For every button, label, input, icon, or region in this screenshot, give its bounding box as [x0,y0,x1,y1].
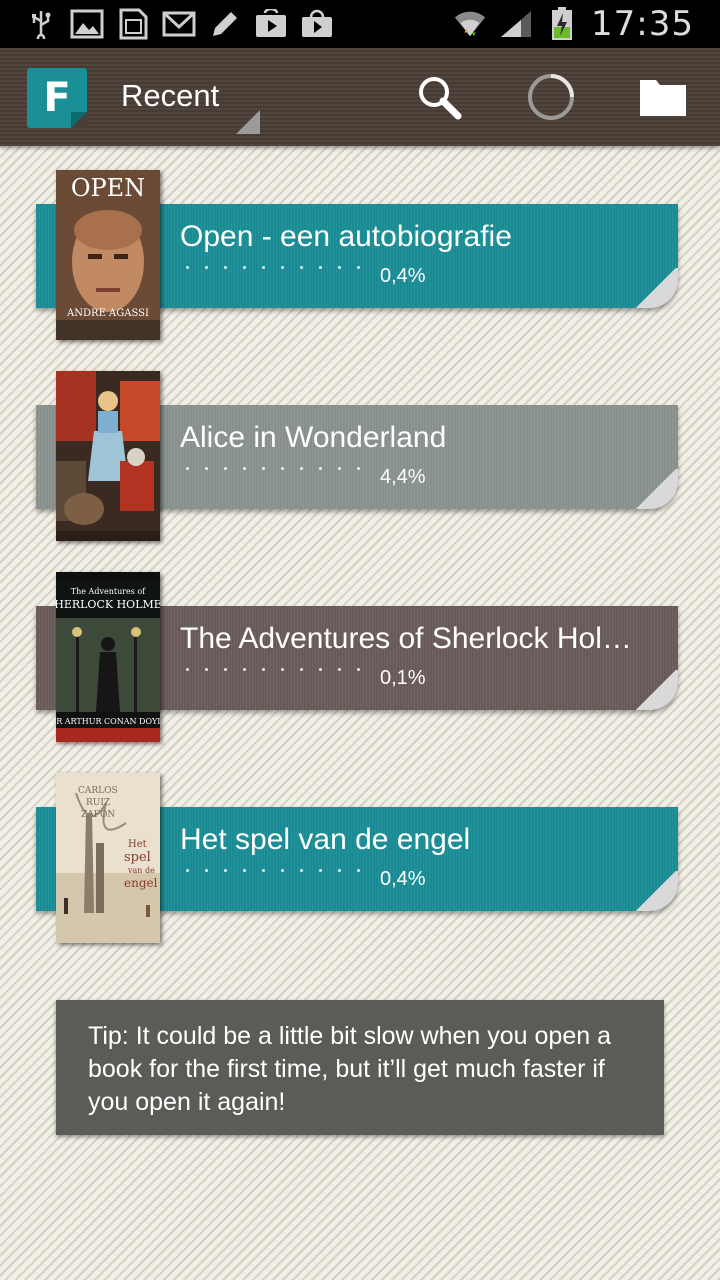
status-bar: 17:35 [0,0,720,48]
battery-charging-icon [545,7,579,40]
book-title: Het spel van de engel [180,823,471,856]
wifi-icon [453,9,487,39]
book-cover[interactable]: OPEN ANDRE AGASSI [56,170,160,340]
book-item[interactable]: The Adventures of SHERLOCK HOLMES SIR AR… [0,572,720,744]
cover-title-text: van de [127,866,155,875]
book-title: The Adventures of Sherlock Hol… [180,622,632,655]
book-cover[interactable] [56,371,160,541]
folder-icon [640,80,686,116]
cover-author-text: SIR ARTHUR CONAN DOYLE [56,717,160,726]
search-button[interactable] [414,72,464,122]
cover-title-text: OPEN [71,174,145,202]
progress-percentage: 0,4% [380,868,426,890]
sd-card-icon [116,8,150,40]
cover-author-text: ANDRE AGASSI [66,308,149,319]
sync-progress-icon [528,74,574,120]
app-logo[interactable]: F [27,68,87,128]
book-item[interactable]: OPEN ANDRE AGASSI Open - een autobiograf… [0,170,720,342]
open-folder-button[interactable] [638,72,688,122]
book-item[interactable]: CARLOS RUIZ ZAFÓN Het spel van de engel … [0,773,720,945]
cover-author-text: ZAFÓN [81,808,115,820]
progress-percentage: 0,4% [380,265,426,287]
book-cover[interactable]: CARLOS RUIZ ZAFÓN Het spel van de engel [56,773,160,943]
progress-dots [186,266,360,269]
progress-percentage: 4,4% [380,466,426,488]
progress-percentage: 0,1% [380,667,426,689]
signal-icon [499,9,533,39]
dropdown-caret-icon[interactable] [236,110,260,134]
action-bar: F Recent [0,48,720,146]
book-item[interactable]: Alice in Wonderland 4,4% [0,371,720,543]
book-cover[interactable]: The Adventures of SHERLOCK HOLMES SIR AR… [56,572,160,742]
cover-title-text: engel [124,876,158,890]
progress-dots [186,869,360,872]
tip-box: Tip: It could be a little bit slow when … [56,1000,664,1135]
play-store-icon [254,9,288,39]
book-title: Open - een autobiografie [180,220,512,253]
usb-icon [24,9,58,39]
search-icon [419,77,462,120]
pencil-icon [208,9,242,39]
cover-author-text: RUIZ [86,798,110,808]
nav-spinner-title[interactable]: Recent [121,78,219,114]
sync-button[interactable] [526,72,576,122]
cover-title-text: The Adventures of [71,587,146,596]
cover-title-text: Het [128,839,147,850]
cover-author-text: CARLOS [78,786,118,796]
book-title: Alice in Wonderland [180,421,447,454]
image-icon [70,9,104,39]
mail-icon [162,9,196,39]
app-logo-letter: F [43,75,71,121]
progress-dots [186,668,360,671]
status-clock: 17:35 [591,4,694,44]
progress-dots [186,467,360,470]
cover-title-text: SHERLOCK HOLMES [56,598,160,611]
cover-title-text: spel [124,850,151,865]
shopping-bag-icon [300,9,334,39]
